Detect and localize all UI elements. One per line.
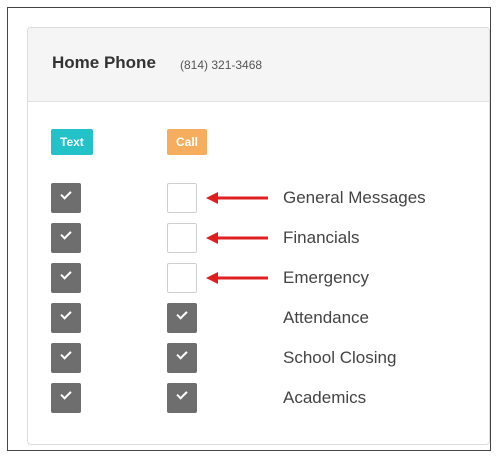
call-checkbox[interactable] <box>167 343 197 373</box>
preference-label: Attendance <box>283 308 370 327</box>
preference-row: Emergency <box>28 263 489 295</box>
preference-row: General Messages <box>28 183 489 215</box>
red-arrow-icon <box>206 232 268 244</box>
call-column-badge: Call <box>167 129 208 155</box>
call-checkbox[interactable] <box>167 263 197 293</box>
preference-row: Academics <box>28 383 489 415</box>
text-checkbox[interactable] <box>51 183 81 213</box>
text-checkbox[interactable] <box>51 343 81 373</box>
preference-row: Financials <box>28 223 489 255</box>
card-header: Home Phone (814) 321-3468 <box>28 28 489 102</box>
call-checkbox[interactable] <box>167 383 197 413</box>
phone-number: (814) 321-3468 <box>180 58 263 72</box>
preference-label: Financials <box>283 228 360 247</box>
preference-row: School Closing <box>28 343 489 375</box>
preference-label: General Messages <box>283 188 426 207</box>
preference-label: Emergency <box>283 268 369 287</box>
text-column-badge: Text <box>51 129 93 155</box>
call-checkbox[interactable] <box>167 183 197 213</box>
red-arrow-icon <box>206 192 268 204</box>
red-arrow-icon <box>206 272 268 284</box>
preference-row: Attendance <box>28 303 489 335</box>
text-checkbox[interactable] <box>51 383 81 413</box>
call-checkbox[interactable] <box>167 303 197 333</box>
header-title: Home Phone <box>52 53 156 72</box>
preference-label: School Closing <box>283 348 397 367</box>
preference-label: Academics <box>283 388 367 407</box>
notification-preferences-card: Home Phone (814) 321-3468 Text Call Gene… <box>27 27 490 445</box>
text-checkbox[interactable] <box>51 223 81 253</box>
text-checkbox[interactable] <box>51 263 81 293</box>
text-checkbox[interactable] <box>51 303 81 333</box>
call-checkbox[interactable] <box>167 223 197 253</box>
